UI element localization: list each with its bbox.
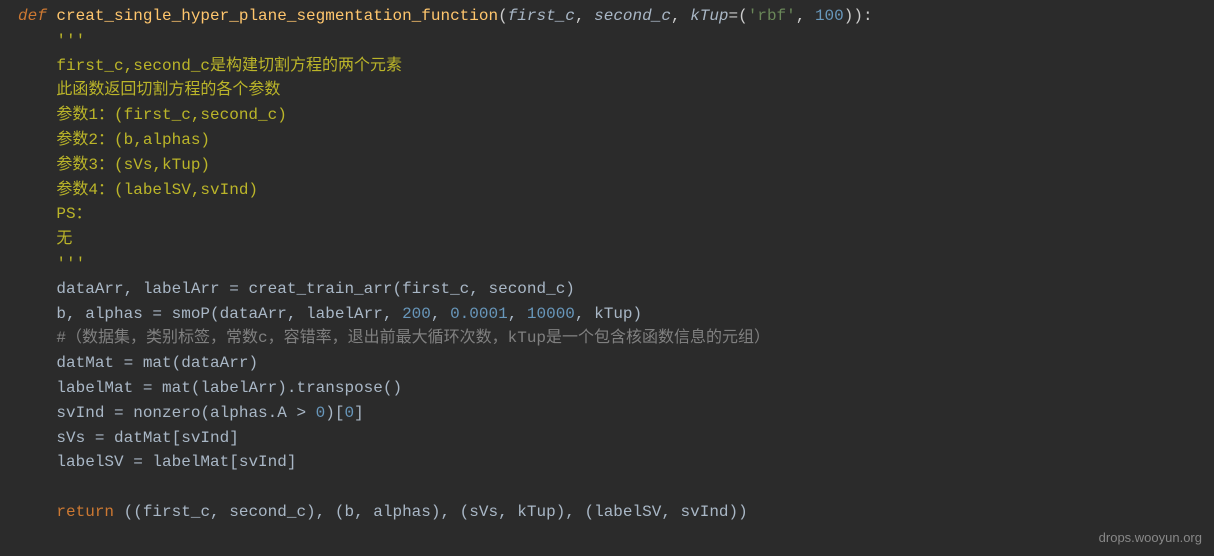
code-line-1: def creat_single_hyper_plane_segmentatio…: [18, 7, 873, 25]
string-literal: 'rbf': [748, 7, 796, 25]
code-line: labelSV = labelMat[svInd]: [18, 453, 296, 471]
code-line: b, alphas = smoP(dataArr, labelArr, 200,…: [18, 305, 642, 323]
code-editor[interactable]: def creat_single_hyper_plane_segmentatio…: [0, 4, 1214, 525]
docstring-line: 参数3：(sVs,kTup): [18, 156, 210, 174]
docstring-line: 参数1：(first_c,second_c): [18, 106, 287, 124]
param-first-c: first_c: [508, 7, 575, 25]
code-line: dataArr, labelArr = creat_train_arr(firs…: [18, 280, 575, 298]
docstring-line: first_c,second_c是构建切割方程的两个元素: [18, 57, 402, 75]
docstring-line: PS：: [18, 205, 92, 223]
docstring-line: 此函数返回切割方程的各个参数: [18, 81, 280, 99]
keyword-return: return: [18, 503, 124, 521]
docstring-line: 参数2：(b,alphas): [18, 131, 210, 149]
docstring-line: 参数4：(labelSV,svInd): [18, 181, 258, 199]
function-name: creat_single_hyper_plane_segmentation_fu…: [56, 7, 498, 25]
code-line: sVs = datMat[svInd]: [18, 429, 239, 447]
code-line-return: return ((first_c, second_c), (b, alphas)…: [18, 503, 748, 521]
docstring-close: ''': [18, 255, 85, 273]
code-line: labelMat = mat(labelArr).transpose(): [18, 379, 402, 397]
keyword-def: def: [18, 7, 56, 25]
watermark-text: drops.wooyun.org: [1099, 528, 1202, 548]
code-line: svInd = nonzero(alphas.A > 0)[0]: [18, 404, 364, 422]
number-literal: 100: [815, 7, 844, 25]
param-second-c: second_c: [594, 7, 671, 25]
docstring-line: 无: [18, 230, 72, 248]
code-line: datMat = mat(dataArr): [18, 354, 258, 372]
param-ktup: kTup: [690, 7, 728, 25]
comment-line: #（数据集，类别标签，常数c，容错率，退出前最大循环次数，kTup是一个包含核函…: [18, 329, 770, 347]
docstring-open: ''': [18, 32, 85, 50]
